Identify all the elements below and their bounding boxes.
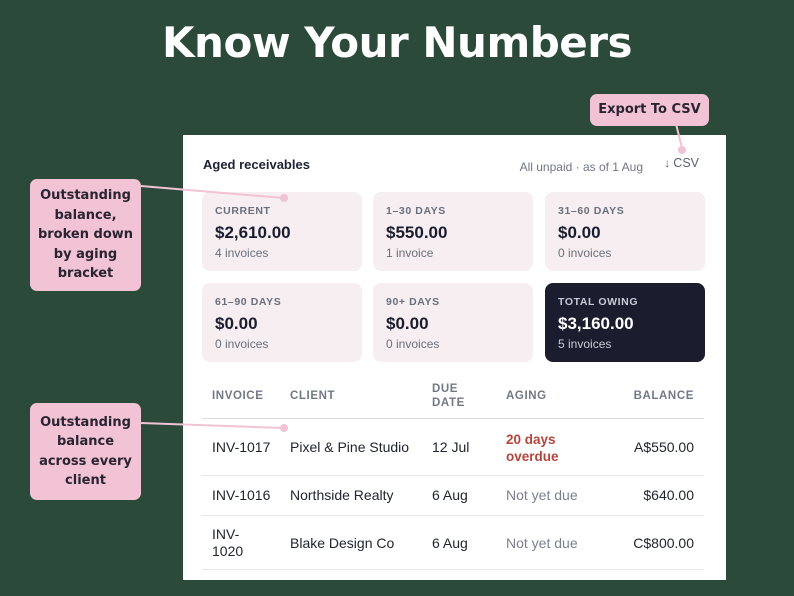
arrow-down-icon: ↓: [664, 156, 671, 170]
tile-label: 90+ DAYS: [386, 296, 440, 308]
tile-label: 1–30 DAYS: [386, 205, 446, 217]
tile-61-90-days: 61–90 DAYS $0.00 0 invoices: [202, 283, 362, 362]
headline: Know Your Numbers: [162, 18, 632, 67]
row-divider: [202, 569, 704, 570]
tile-31-60-days: 31–60 DAYS $0.00 0 invoices: [545, 192, 705, 271]
column-header-invoice: INVOICE: [212, 390, 264, 402]
tile-count: 0 invoices: [386, 337, 440, 351]
tile-amount: $0.00: [558, 223, 601, 242]
tile-count: 0 invoices: [215, 337, 269, 351]
cell-client: Northside Realty: [290, 487, 394, 503]
table-header-divider: [202, 418, 704, 419]
column-header-due-date-line-1: DUE: [432, 383, 459, 395]
tile-label: CURRENT: [215, 205, 271, 217]
cell-invoice-line-1: INV-: [212, 526, 240, 542]
card-title: Aged receivables: [203, 157, 310, 172]
cell-aging-line-1: 20 days: [506, 432, 556, 447]
tile-90-plus-days: 90+ DAYS $0.00 0 invoices: [373, 283, 533, 362]
csv-label: CSV: [673, 156, 699, 170]
cell-client: Blake Design Co: [290, 535, 395, 551]
column-header-balance: BALANCE: [633, 390, 694, 402]
tile-amount: $3,160.00: [558, 314, 634, 333]
export-csv-button[interactable]: ↓ CSV: [664, 156, 699, 170]
tile-amount: $2,610.00: [215, 223, 291, 242]
cell-due-date: 6 Aug: [432, 535, 468, 551]
tile-count: 5 invoices: [558, 337, 612, 351]
cell-invoice: INV-1017: [212, 439, 271, 455]
callout-balance-by-aging: Outstanding balance, broken down by agin…: [30, 179, 141, 291]
cell-aging-line-2: overdue: [506, 449, 559, 464]
card-meta: All unpaid · as of 1 Aug: [519, 160, 643, 174]
cell-client: Pixel & Pine Studio: [290, 439, 410, 455]
column-header-aging: AGING: [506, 390, 547, 402]
callout-balance-by-client: Outstanding balance across every client: [30, 403, 141, 500]
cell-balance: C$800.00: [633, 535, 694, 551]
tile-amount: $550.00: [386, 223, 448, 242]
cell-invoice: INV- 1020: [212, 526, 243, 560]
cell-balance: $640.00: [643, 487, 694, 503]
cell-due-date: 6 Aug: [432, 487, 468, 503]
cell-balance: A$550.00: [634, 439, 694, 455]
cell-aging: Not yet due: [506, 535, 578, 551]
tile-current: CURRENT $2,610.00 4 invoices: [202, 192, 362, 271]
tile-count: 4 invoices: [215, 246, 269, 260]
tile-amount: $0.00: [215, 314, 258, 333]
column-header-due-date-line-2: DATE: [432, 397, 465, 409]
tile-count: 1 invoice: [386, 246, 434, 260]
cell-aging-overdue: 20 days overdue: [506, 431, 559, 465]
cell-invoice-line-2: 1020: [212, 543, 244, 559]
cell-due-date: 12 Jul: [432, 439, 470, 455]
tile-total-owing: TOTAL OWING $3,160.00 5 invoices: [545, 283, 705, 362]
aged-receivables-card: Aged receivables All unpaid · as of 1 Au…: [183, 135, 726, 580]
cell-invoice: INV-1016: [212, 487, 271, 503]
row-divider: [202, 475, 704, 476]
row-divider: [202, 515, 704, 516]
column-header-client: CLIENT: [290, 390, 336, 402]
tile-amount: $0.00: [386, 314, 429, 333]
tile-label: 61–90 DAYS: [215, 296, 282, 308]
tile-label: TOTAL OWING: [558, 296, 639, 308]
cell-aging: Not yet due: [506, 487, 578, 503]
callout-export-csv: Export To CSV: [590, 94, 709, 126]
tile-count: 0 invoices: [558, 246, 612, 260]
tile-1-30-days: 1–30 DAYS $550.00 1 invoice: [373, 192, 533, 271]
tile-label: 31–60 DAYS: [558, 205, 625, 217]
column-header-due-date: DUE DATE: [432, 382, 465, 410]
